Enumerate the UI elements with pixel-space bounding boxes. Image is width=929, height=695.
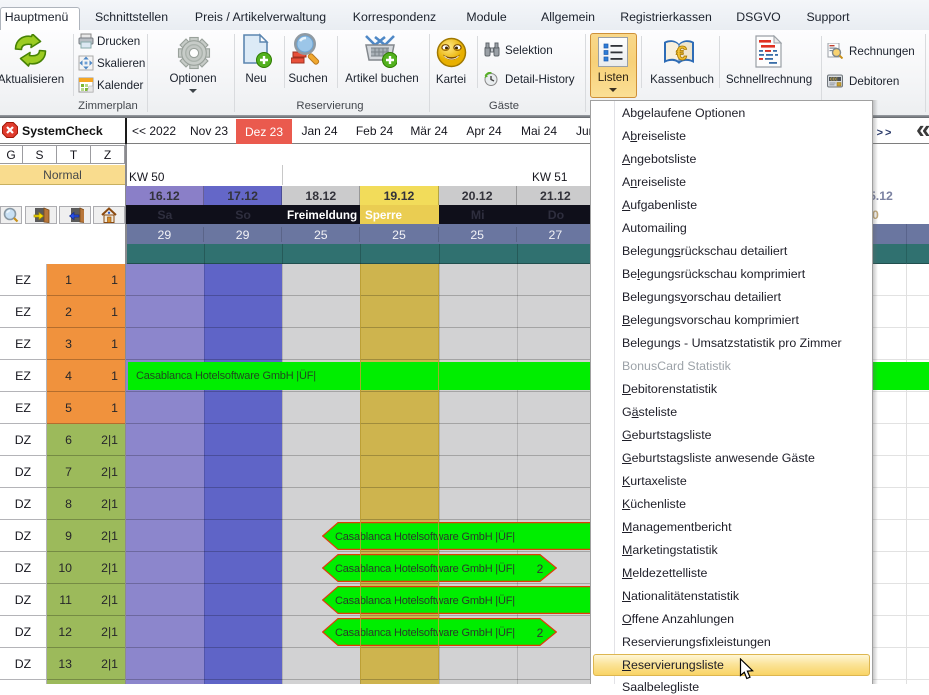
svg-text:€: € xyxy=(676,43,687,65)
svg-text:€€€: €€€ xyxy=(830,77,838,82)
